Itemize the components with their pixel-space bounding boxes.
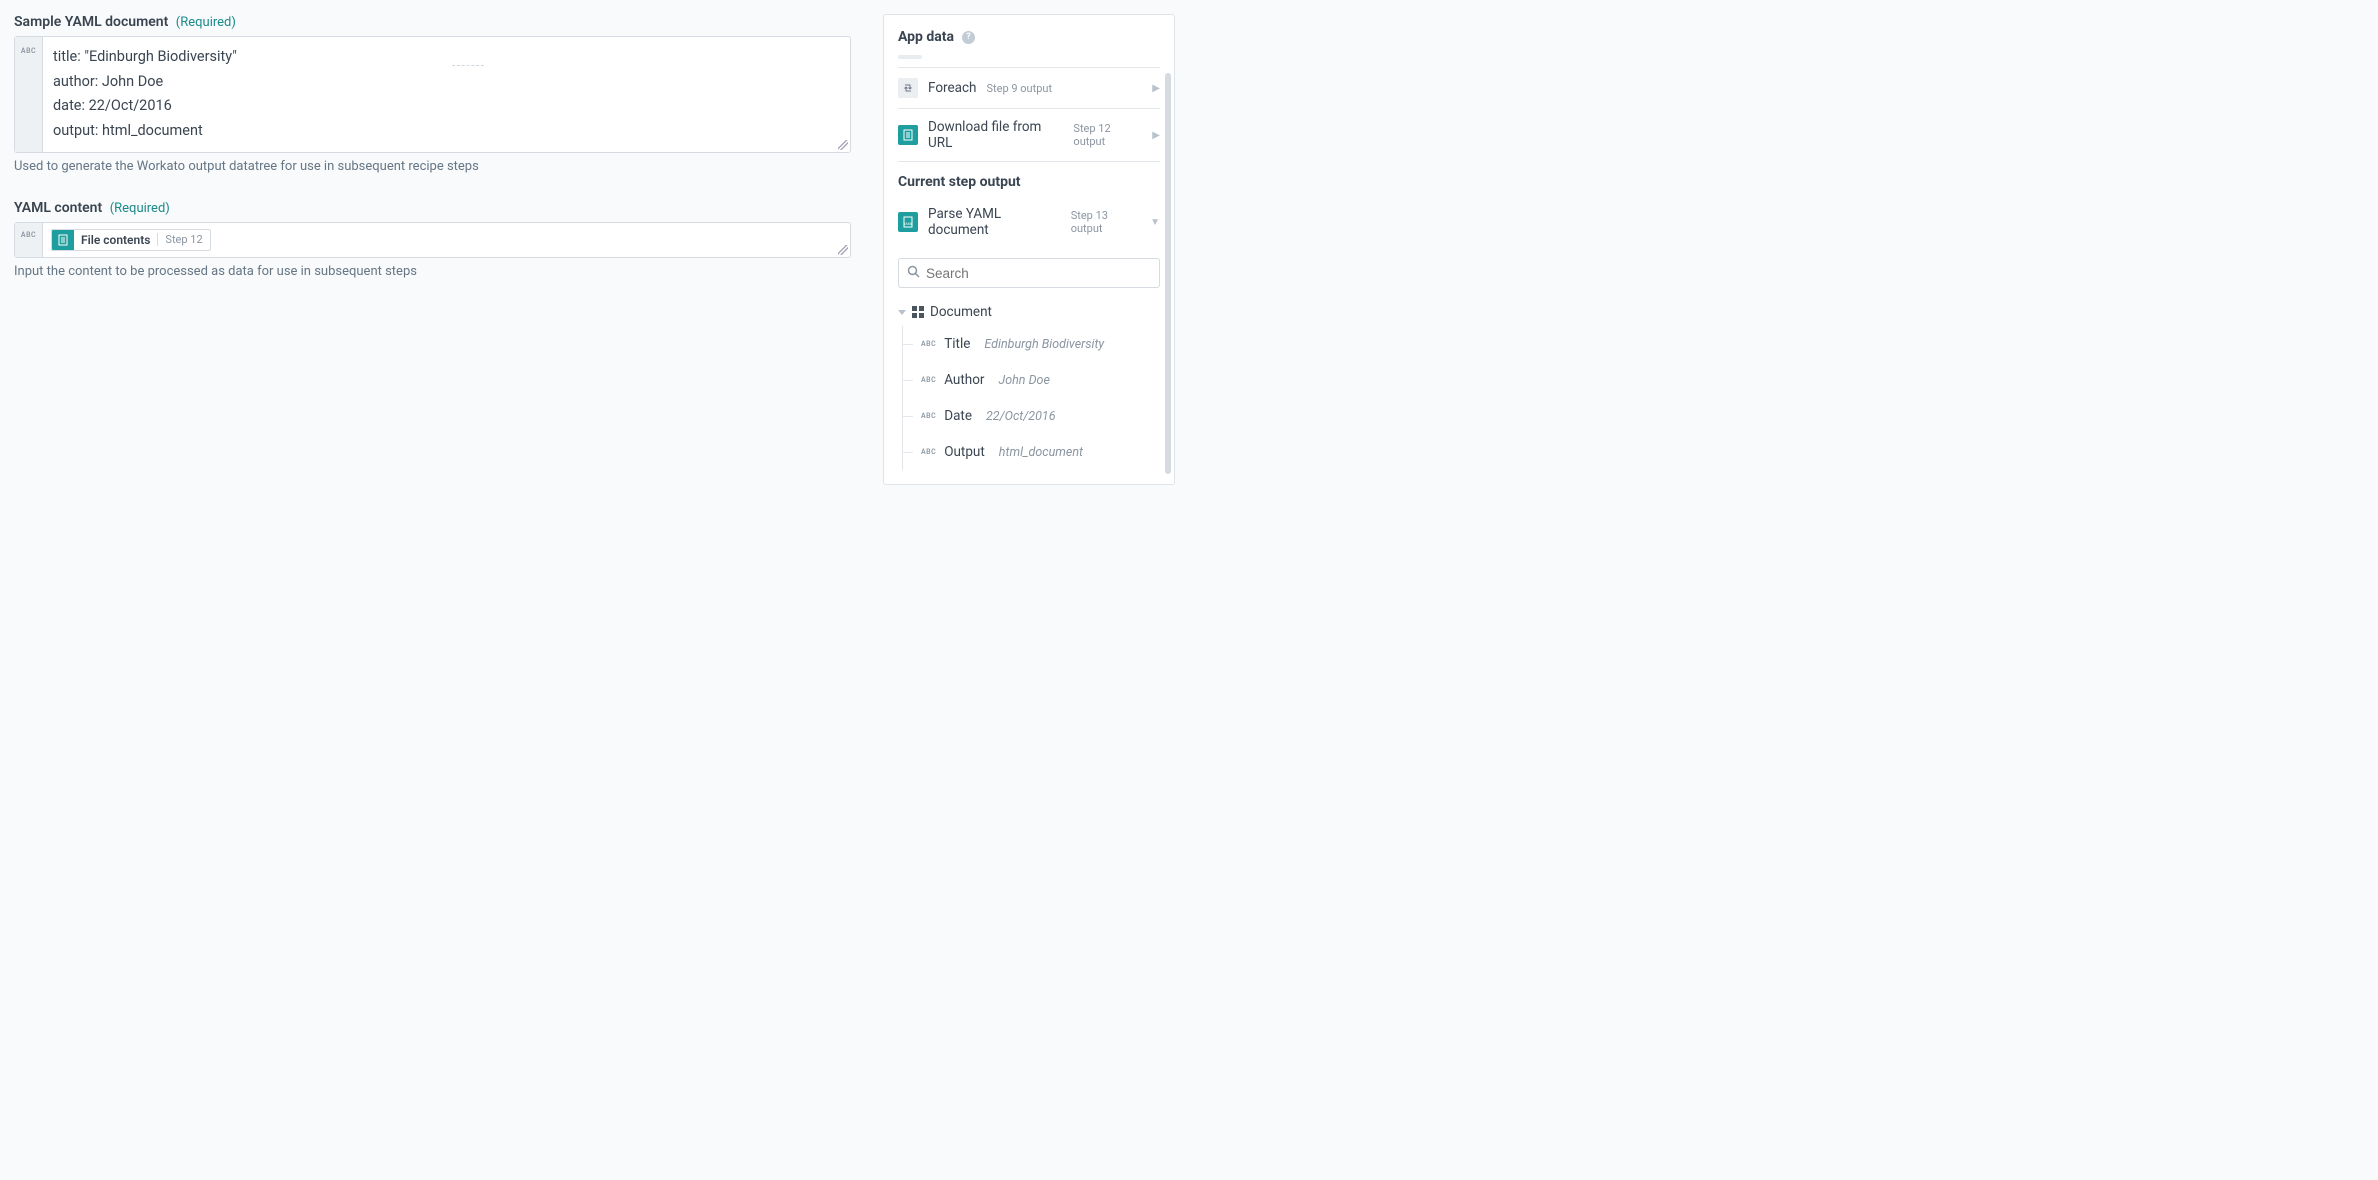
download-file-row[interactable]: Download file from URL Step 12 output ▶ [898,109,1160,161]
search-icon [907,265,920,281]
leaf-value: John Doe [999,373,1050,388]
abc-type-icon: ABC [15,37,43,152]
leaf-name: Author [944,372,984,388]
chevron-right-icon: ▶ [1152,83,1160,94]
resize-handle-icon[interactable] [838,140,848,150]
parse-yaml-step: Step 13 output [1071,209,1140,235]
object-icon [912,306,924,318]
app-data-header: App data [898,29,954,45]
tree-leaf-output[interactable]: ABC Output html_document [909,434,1160,470]
leaf-name: Date [944,408,972,424]
abc-type-icon: ABC [921,448,936,456]
file-icon [898,125,918,145]
leaf-name: Title [944,336,970,352]
tree-leaf-title[interactable]: ABC Title Edinburgh Biodiversity [909,326,1160,362]
abc-type-icon: ABC [15,223,43,257]
chevron-right-icon: ▶ [1152,130,1160,141]
yaml-content-input-row[interactable]: ABC File contents Step 12 [14,222,851,258]
svg-text:YAML: YAML [903,222,912,226]
foreach-row[interactable]: Foreach Step 9 output ▶ [898,68,1160,108]
leaf-name: Output [944,444,985,460]
help-icon[interactable]: ? [962,31,975,44]
download-file-title: Download file from URL [928,119,1063,151]
pill-label: File contents [74,233,157,247]
chevron-down-icon [898,310,906,315]
sample-yaml-input-row[interactable]: ABC [14,36,851,153]
resize-handle-icon[interactable] [838,245,848,255]
pill-step: Step 12 [157,233,209,246]
sample-yaml-textarea[interactable] [43,37,850,152]
foreach-step: Step 9 output [986,82,1052,95]
tree-leaf-author[interactable]: ABC Author John Doe [909,362,1160,398]
app-data-panel: App data ? Foreach Step 9 output ▶ Downl… [883,14,1175,485]
connector-line [452,65,484,66]
current-step-header: Current step output [898,174,1160,190]
loop-icon [898,78,918,98]
leaf-value: Edinburgh Biodiversity [984,337,1104,352]
sample-yaml-help: Used to generate the Workato output data… [14,159,851,174]
parse-yaml-row[interactable]: YAML Parse YAML document Step 13 output … [898,196,1160,248]
yaml-content-help: Input the content to be processed as dat… [14,264,851,279]
file-contents-pill[interactable]: File contents Step 12 [51,229,211,251]
chevron-down-icon: ▼ [1150,217,1160,228]
yaml-icon: YAML [898,212,918,232]
required-tag: (Required) [176,15,236,30]
sample-yaml-label: Sample YAML document (Required) [14,14,851,30]
skeleton-bar [898,55,922,59]
scrollbar[interactable] [1165,73,1171,474]
leaf-value: html_document [999,445,1083,460]
tree-root-label: Document [930,304,992,320]
abc-type-icon: ABC [921,340,936,348]
tree-leaf-date[interactable]: ABC Date 22/Oct/2016 [909,398,1160,434]
tree-root-document[interactable]: Document [898,300,1160,324]
search-row[interactable] [898,258,1160,288]
required-tag: (Required) [110,201,170,216]
parse-yaml-title: Parse YAML document [928,206,1061,238]
file-icon [52,229,74,251]
yaml-content-label: YAML content (Required) [14,200,851,216]
download-file-step: Step 12 output [1073,122,1142,148]
search-input[interactable] [926,266,1151,281]
leaf-value: 22/Oct/2016 [986,409,1056,424]
abc-type-icon: ABC [921,412,936,420]
foreach-title: Foreach [928,80,976,96]
abc-type-icon: ABC [921,376,936,384]
